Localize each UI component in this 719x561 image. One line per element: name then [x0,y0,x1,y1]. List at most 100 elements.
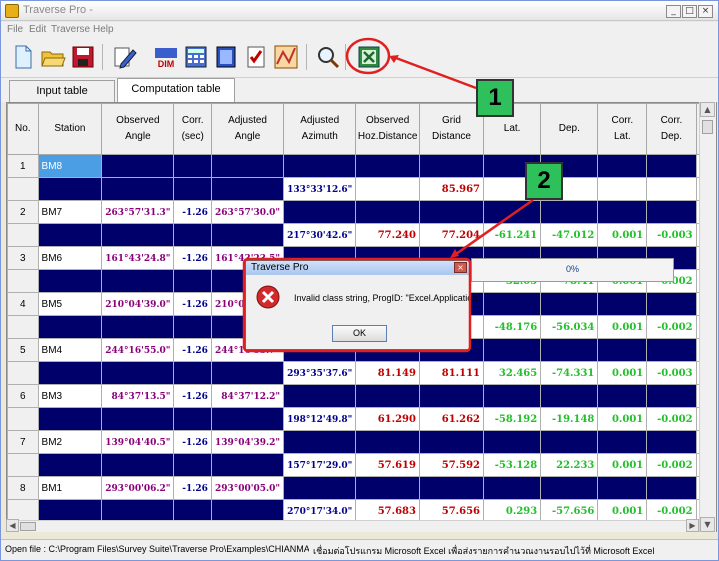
corr-dep-cell[interactable] [646,476,697,500]
observed-angle-cell[interactable]: 244°16'55.0" [101,338,175,362]
observed-distance-cell[interactable] [355,384,420,408]
corr-lat-cell[interactable] [597,476,648,500]
column-header-station[interactable]: Station [37,103,103,155]
corr-lat-cell[interactable] [597,338,648,362]
minimize-button[interactable]: _ [666,5,681,18]
corr-lat-cell[interactable] [597,430,648,454]
row-number-blank[interactable] [7,315,39,339]
station-cell[interactable]: BM2 [37,430,103,454]
adjusted-angle-cell[interactable] [210,407,285,431]
pencil-edit-icon[interactable] [111,44,137,70]
lat-cell[interactable] [483,338,542,362]
row-number[interactable]: 7 [7,430,39,454]
observed-distance-cell[interactable]: 61.290 [355,407,420,431]
station-cell[interactable] [37,315,103,339]
corr-dep-cell[interactable] [646,154,697,178]
adjusted-angle-cell[interactable] [210,154,285,178]
row-number[interactable]: 4 [7,292,39,316]
adjusted-angle-cell[interactable] [210,223,285,247]
observed-angle-cell[interactable] [101,361,175,385]
zoom-icon[interactable] [315,44,341,70]
corr-lat-cell[interactable] [597,384,648,408]
corr-sec-cell[interactable] [173,154,212,178]
adjusted-azimuth-cell[interactable]: 133°33'12.6" [283,177,357,201]
corr-sec-cell[interactable]: -1.26 [173,384,212,408]
corr-dep-cell[interactable]: -0.002 [646,407,697,431]
observed-angle-cell[interactable] [101,453,175,477]
observed-angle-cell[interactable] [101,154,175,178]
column-header-corr-lat[interactable]: Corr. Lat. [597,103,648,155]
lat-cell[interactable] [483,384,542,408]
lat-cell[interactable]: -53.128 [483,453,542,477]
station-cell[interactable]: BM6 [37,246,103,270]
scroll-left-icon[interactable]: ◀ [6,519,19,532]
adjusted-azimuth-cell[interactable]: 293°35'37.6" [283,361,357,385]
grid-distance-cell[interactable]: 81.111 [418,361,485,385]
menu-file[interactable]: File [7,24,23,35]
observed-angle-cell[interactable] [101,269,175,293]
grid-distance-cell[interactable] [418,154,485,178]
row-number[interactable]: 1 [7,154,39,178]
dep-cell[interactable]: -19.148 [540,407,599,431]
station-cell[interactable] [37,177,103,201]
close-button[interactable]: × [698,5,713,18]
row-number-blank[interactable] [7,269,39,293]
grid-distance-cell[interactable]: 77.204 [418,223,485,247]
corr-dep-cell[interactable]: -0.002 [646,315,697,339]
adjusted-angle-cell[interactable] [210,361,285,385]
observed-angle-cell[interactable] [101,177,175,201]
grid-distance-cell[interactable] [418,476,485,500]
grid-distance-cell[interactable]: 57.592 [418,453,485,477]
scroll-up-icon[interactable]: ▲ [700,102,715,117]
grid-distance-cell[interactable] [418,200,485,224]
row-number[interactable]: 2 [7,200,39,224]
column-header-corr-sec[interactable]: Corr. (sec) [173,103,212,155]
horizontal-scroll-thumb[interactable] [20,522,36,531]
corr-lat-cell[interactable]: 0.001 [597,407,648,431]
column-header-corr-dep[interactable]: Corr. Dep. [646,103,697,155]
vertical-scroll-thumb[interactable] [702,120,713,134]
corr-lat-cell[interactable] [597,154,648,178]
station-cell[interactable] [37,269,103,293]
observed-angle-cell[interactable]: 293°00'06.2" [101,476,175,500]
dep-cell[interactable] [540,292,599,316]
corr-sec-cell[interactable] [173,315,212,339]
observed-angle-cell[interactable]: 263°57'31.3" [101,200,175,224]
tab-computation-table[interactable]: Computation table [117,78,235,102]
column-header-observed-distance[interactable]: Observed Hoz.Distance [355,103,420,155]
adjusted-azimuth-cell[interactable] [283,154,357,178]
corr-dep-cell[interactable]: -0.002 [646,453,697,477]
column-header-grid-distance[interactable]: Grid Distance [418,103,485,155]
adjusted-azimuth-cell[interactable]: 157°17'29.0" [283,453,357,477]
lat-cell[interactable]: -58.192 [483,407,542,431]
observed-angle-cell[interactable]: 84°37'13.5" [101,384,175,408]
station-cell[interactable] [37,407,103,431]
corr-lat-cell[interactable]: 0.001 [597,361,648,385]
corr-lat-cell[interactable] [597,292,648,316]
corr-dep-cell[interactable] [646,430,697,454]
corr-dep-cell[interactable] [646,384,697,408]
adjusted-angle-cell[interactable]: 293°00'05.0" [210,476,285,500]
column-header-adjusted-azimuth[interactable]: Adjusted Azimuth [283,103,357,155]
dep-cell[interactable] [540,338,599,362]
dep-cell[interactable]: -74.331 [540,361,599,385]
station-cell[interactable]: BM7 [37,200,103,224]
lat-cell[interactable] [483,292,542,316]
adjusted-angle-cell[interactable]: 84°37'12.2" [210,384,285,408]
station-cell[interactable] [37,453,103,477]
grid-distance-cell[interactable] [418,430,485,454]
corr-lat-cell[interactable] [597,177,648,201]
corr-lat-cell[interactable] [597,200,648,224]
adjusted-angle-cell[interactable] [210,177,285,201]
corr-sec-cell[interactable] [173,453,212,477]
observed-distance-cell[interactable] [355,200,420,224]
plot-icon[interactable] [273,44,299,70]
corr-dep-cell[interactable] [646,338,697,362]
adjusted-angle-cell[interactable]: 139°04'39.2" [210,430,285,454]
row-number[interactable]: 3 [7,246,39,270]
station-cell[interactable]: BM8 [37,154,103,178]
corr-sec-cell[interactable]: -1.26 [173,430,212,454]
observed-distance-cell[interactable]: 57.619 [355,453,420,477]
corr-sec-cell[interactable]: -1.26 [173,476,212,500]
row-number-blank[interactable] [7,223,39,247]
